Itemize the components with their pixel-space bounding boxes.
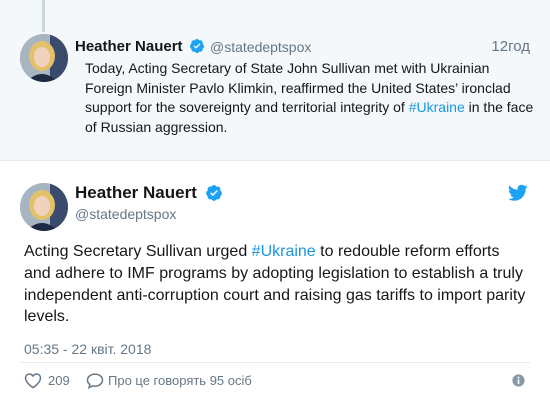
avatar-photo-icon: [20, 183, 68, 231]
heart-icon[interactable]: [24, 372, 42, 389]
author-handle[interactable]: @statedeptspox: [75, 206, 176, 222]
tweet-embed-card: Heather Nauert @statedeptspox 12год Toda…: [0, 0, 550, 414]
hashtag-link[interactable]: #Ukraine: [409, 99, 465, 115]
author-name[interactable]: Heather Nauert: [75, 183, 197, 203]
verified-badge-icon: [206, 185, 222, 201]
author-name[interactable]: Heather Nauert: [75, 38, 183, 55]
talking-about-link[interactable]: Про це говорять 95 осіб: [108, 373, 252, 388]
tweet-timestamp[interactable]: 12год: [491, 38, 530, 55]
tweet-date[interactable]: 05:35 - 22 квіт. 2018: [24, 341, 151, 357]
speech-bubble-icon[interactable]: [86, 372, 104, 389]
tweet-text-segment: Acting Secretary Sullivan urged: [24, 243, 252, 260]
tweet-text: Today, Acting Secretary of State John Su…: [85, 59, 535, 137]
like-count[interactable]: 209: [48, 373, 70, 388]
author-handle[interactable]: @statedeptspox: [210, 39, 311, 55]
info-icon[interactable]: [512, 374, 525, 387]
avatar[interactable]: [20, 34, 68, 82]
avatar[interactable]: [20, 183, 68, 231]
avatar-photo-icon: [20, 34, 68, 82]
twitter-bird-icon[interactable]: [508, 184, 528, 202]
hashtag-link[interactable]: #Ukraine: [252, 243, 316, 260]
divider: [20, 362, 530, 363]
thread-connector-line: [42, 0, 45, 32]
parent-tweet[interactable]: Heather Nauert @statedeptspox 12год Toda…: [0, 0, 550, 161]
verified-badge-icon: [190, 39, 204, 53]
tweet-text: Acting Secretary Sullivan urged #Ukraine…: [24, 241, 530, 328]
